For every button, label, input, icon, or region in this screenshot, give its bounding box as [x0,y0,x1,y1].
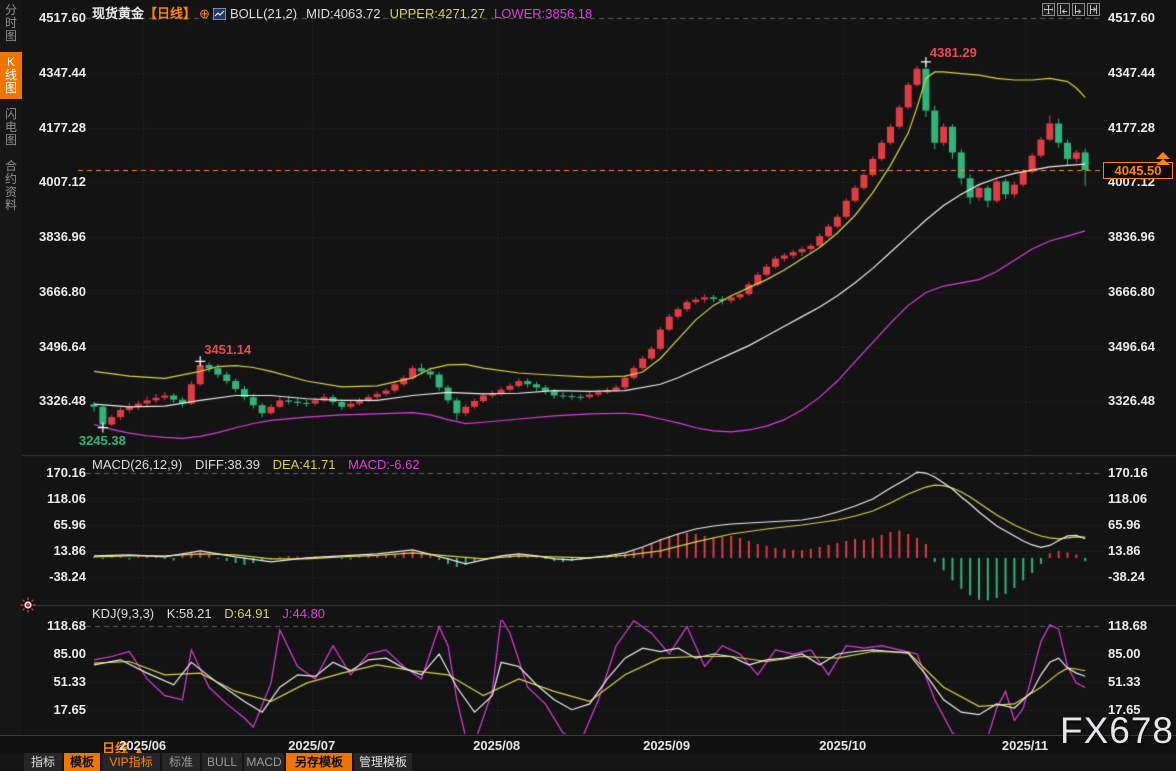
scroll-right-icon[interactable] [1087,3,1100,16]
axis-label: 3666.80 [24,285,86,299]
chart-header: 现货黄金【日线】⊕ BOLL(21,2) MID:4063.72 UPPER:4271… [92,3,592,18]
boll-lower-value: LOWER:3856.18 [494,6,592,21]
trading-app-window: 分时图 K线图闪电图合约资料 现货黄金【日线】⊕ BOLL(21,2) MID:406… [0,0,1176,771]
axis-label: 3836.96 [1108,230,1174,244]
axis-label: 118.06 [1108,492,1174,506]
kdj-header: KDJ(9,3,3) K:58.21 D:64.91 J:44.80 [92,606,325,621]
axis-label: 118.68 [1108,619,1174,633]
bottom-toolbar: 指标模板VIP指标标准BULLMACD另存模板管理模板 [0,753,1176,771]
sidebar-tab-3[interactable]: 合约资料 [0,156,22,216]
axis-label: 4517.60 [24,11,86,25]
price-up-arrow-icon [1156,152,1170,159]
top-right-toolbar [1042,3,1100,16]
boll-indicator-label: BOLL(21,2) [230,6,297,21]
symbol-title: 现货黄金 [92,6,144,21]
axis-label: 170.16 [1108,466,1174,480]
axis-label: 118.68 [24,619,86,633]
period-tag: 【日线】 [144,6,196,21]
circle-plus-icon[interactable]: ⊕ [199,6,210,21]
macd-indicator-label: MACD(26,12,9) [92,457,182,472]
boll-upper-value: UPPER:4271.27 [390,6,485,21]
chart-canvas[interactable] [0,0,1176,735]
date-label: 2025/06 [119,738,166,753]
date-label: 2025/07 [288,738,335,753]
expand-xaxis-icon[interactable] [1072,3,1085,16]
macd-diff-value: DIFF:38.39 [195,457,260,472]
axis-label: 17.65 [24,703,86,717]
axis-label: 118.06 [24,492,86,506]
axis-label: 4007.12 [24,175,86,189]
toolbar-button-标准[interactable]: 标准 [162,753,200,771]
macd-header: MACD(26,12,9) DIFF:38.39 DEA:41.71 MACD:… [92,457,420,472]
toolbar-button-另存模板[interactable]: 另存模板 [286,753,352,771]
sidebar: 分时图 K线图闪电图合约资料 [0,0,22,735]
axis-label: 3326.48 [1108,394,1174,408]
axis-label: 3326.48 [24,394,86,408]
axis-label: 4177.28 [1108,121,1174,135]
date-label: 2025/10 [819,738,866,753]
axis-label: 51.33 [1108,675,1174,689]
axis-label: 65.96 [24,518,86,532]
sidebar-tab-0[interactable]: 分时图 [0,0,22,47]
kdj-indicator-label: KDJ(9,3,3) [92,606,154,621]
kdj-k-value: K:58.21 [167,606,212,621]
fx678-watermark: FX678 [1060,710,1174,752]
toolbar-button-模板[interactable]: 模板 [64,753,100,771]
macd-macd-value: MACD:-6.62 [348,457,420,472]
chart-thumbnail-icon[interactable] [213,8,226,20]
price-up-arrow-icon [1156,159,1170,165]
axis-label: -38.24 [24,570,86,584]
macd-dea-value: DEA:41.71 [273,457,336,472]
date-label: 2025/11 [1002,738,1048,753]
live-alert-icon[interactable] [20,597,36,618]
axis-label: 4347.44 [24,66,86,80]
kdj-d-value: D:64.91 [224,606,270,621]
axis-label: 3666.80 [1108,285,1174,299]
axis-label: 3836.96 [24,230,86,244]
axis-label: 85.00 [24,647,86,661]
axis-label: 170.16 [24,466,86,480]
axis-label: 51.33 [24,675,86,689]
axis-label: 3496.64 [1108,340,1174,354]
boll-mid-value: MID:4063.72 [306,6,380,21]
axis-label: 4517.60 [1108,11,1174,25]
toolbar-button-指标[interactable]: 指标 [24,753,62,771]
last-price-value: 4045.50 [1115,163,1162,178]
axis-label: -38.24 [1108,570,1174,584]
sidebar-tab-2[interactable]: 闪电图 [0,104,22,151]
date-label: 2025/08 [473,738,520,753]
time-axis: 日线▲ 2025/062025/072025/082025/092025/102… [0,735,1176,753]
axis-label: 4177.28 [24,121,86,135]
toolbar-button-VIP指标[interactable]: VIP指标 [102,753,160,771]
axis-label: 65.96 [1108,518,1174,532]
toolbar-button-MACD[interactable]: MACD [244,753,284,771]
toolbar-button-BULL[interactable]: BULL [202,753,242,771]
sidebar-tab-1[interactable]: K线图 [0,52,22,99]
axis-label: 13.86 [1108,544,1174,558]
price-annotation: 3451.14 [204,342,251,357]
kdj-j-value: J:44.80 [282,606,325,621]
axis-label: 4347.44 [1108,66,1174,80]
axis-label: 13.86 [24,544,86,558]
price-annotation: 3245.38 [79,433,126,448]
toolbar-button-管理模板[interactable]: 管理模板 [354,753,412,771]
pan-tool-icon[interactable] [1042,3,1055,16]
axis-label: 3496.64 [24,340,86,354]
price-annotation: 4381.29 [930,45,977,60]
date-label: 2025/09 [643,738,690,753]
compress-xaxis-icon[interactable] [1057,3,1070,16]
axis-label: 85.00 [1108,647,1174,661]
